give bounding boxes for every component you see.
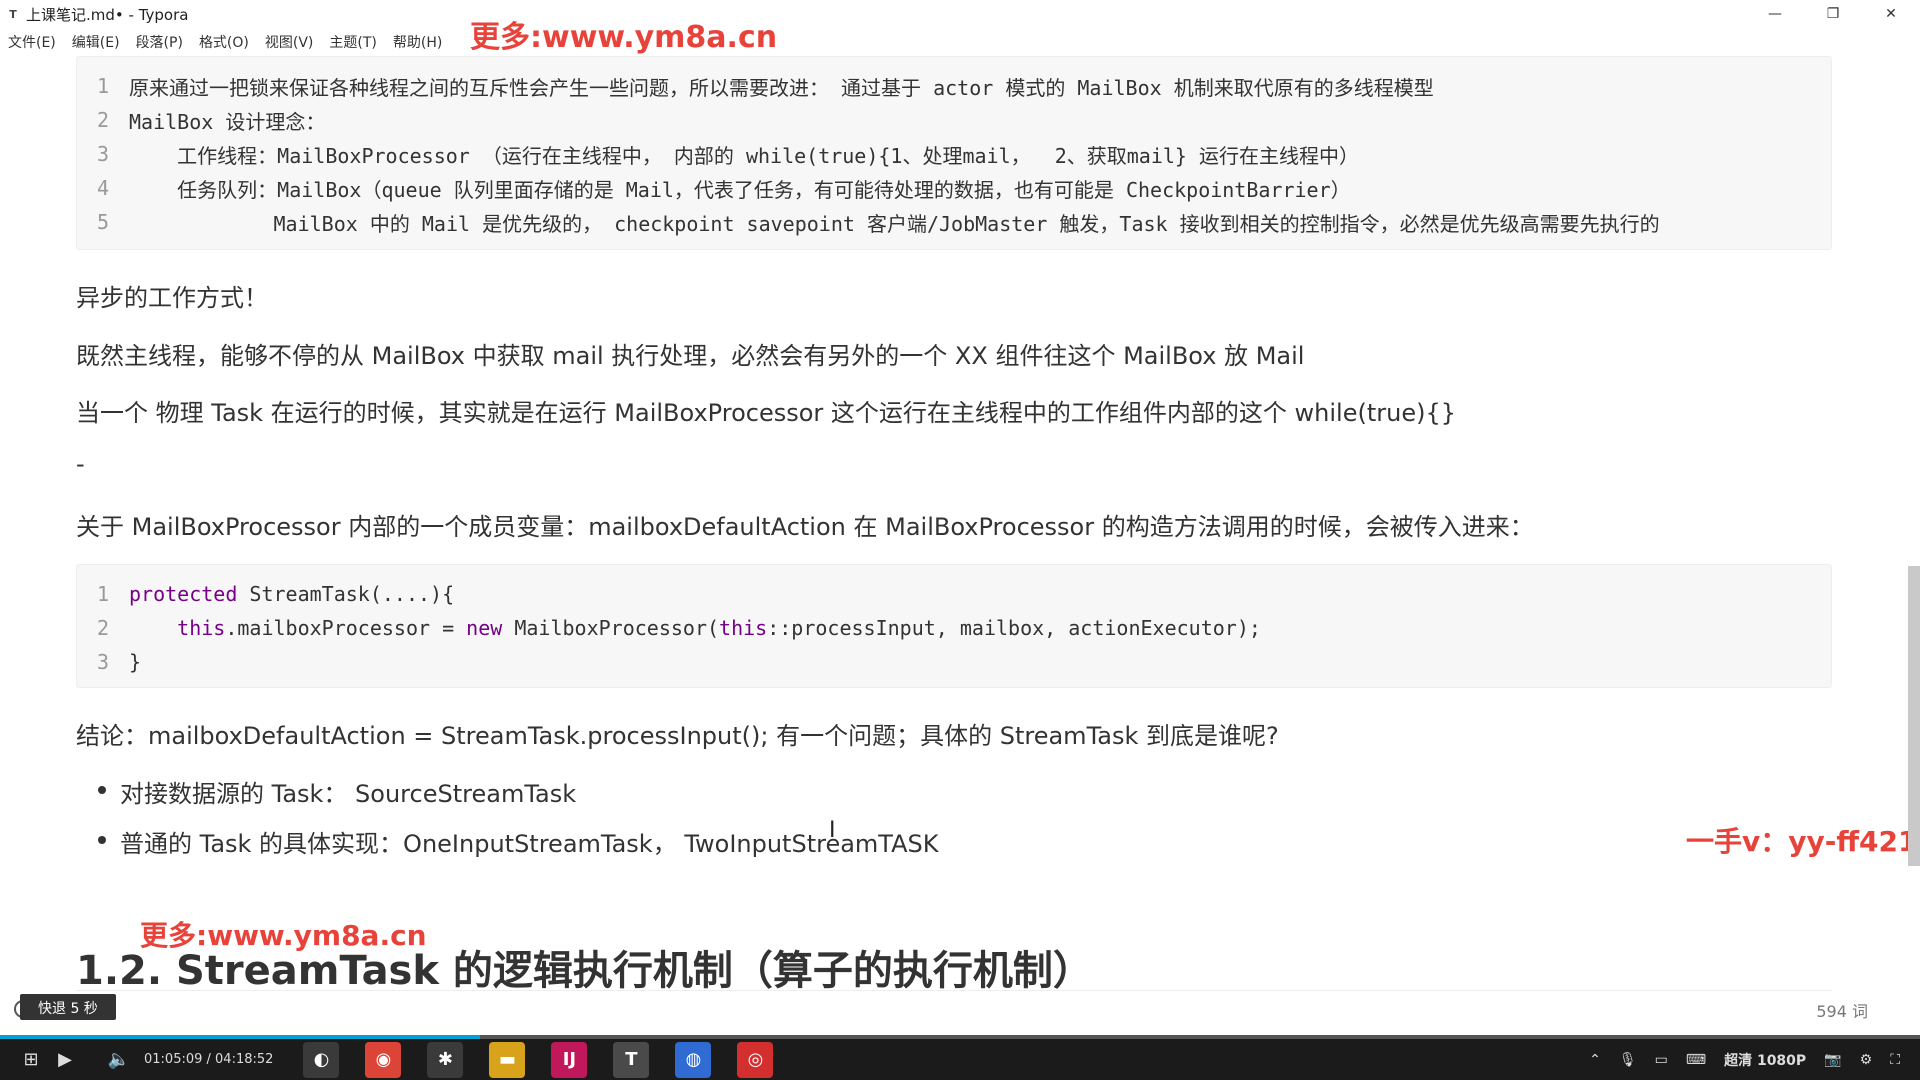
- code-keyword: protected: [129, 582, 238, 606]
- list-item[interactable]: 普通的 Task 的具体实现：OneInputStreamTask， TwoIn…: [98, 824, 939, 859]
- code-text: StreamTask(....){: [237, 582, 455, 606]
- code-line: 2 MailBox 设计理念：: [77, 103, 325, 137]
- paragraph-member[interactable]: 关于 MailBoxProcessor 内部的一个成员变量：mailboxDef…: [76, 507, 1534, 542]
- quality-label[interactable]: 超清 1080P: [1724, 1050, 1806, 1070]
- code-text: MailBox 中的 Mail 是优先级的， checkpoint savepo…: [129, 211, 1660, 236]
- divider: [76, 990, 1832, 991]
- watermark-right: 一手v：yy-ff421: [1686, 825, 1918, 858]
- word-count[interactable]: 594 词: [1816, 998, 1868, 1022]
- line-number: 2: [96, 616, 110, 640]
- code-keyword: this: [719, 616, 768, 640]
- code-text: 任务队列：MailBox（queue 队列里面存储的是 Mail，代表了任务，有…: [129, 177, 1351, 202]
- paragraph-mailbox[interactable]: 既然主线程，能够不停的从 MailBox 中获取 mail 执行处理，必然会有另…: [76, 336, 1304, 371]
- chrome-icon[interactable]: ◉: [365, 1041, 402, 1078]
- text-cursor-icon: I: [829, 818, 836, 843]
- scrollbar-thumb[interactable]: [1908, 566, 1920, 866]
- chevron-up-icon[interactable]: ⌃: [1589, 1052, 1601, 1068]
- code-line: 4 任务队列：MailBox（queue 队列里面存储的是 Mail，代表了任务…: [77, 171, 1351, 205]
- monitor-icon[interactable]: ▭: [1655, 1052, 1668, 1068]
- code-line: 1 原来通过一把锁来保证各种线程之间的互斥性会产生一些问题，所以需要改进： 通过…: [77, 69, 1434, 103]
- typora-window: T 上课笔记.md• - Typora — ❐ ✕ 文件(E) 编辑(E) 段落…: [0, 0, 1920, 1080]
- app-icon-8[interactable]: ◎: [737, 1041, 774, 1078]
- volume-icon[interactable]: 🔈: [104, 1045, 134, 1075]
- watermark-top: 更多:www.ym8a.cn: [470, 20, 778, 55]
- code-text: MailboxProcessor(: [502, 616, 720, 640]
- code-block-notes[interactable]: 1 原来通过一把锁来保证各种线程之间的互斥性会产生一些问题，所以需要改进： 通过…: [76, 56, 1832, 250]
- code-block-streamtask[interactable]: 1 protected StreamTask(....){ 2 this .mai…: [76, 564, 1832, 688]
- menu-file[interactable]: 文件(E): [8, 32, 56, 52]
- line-number: 4: [96, 176, 110, 200]
- typora-app-icon: T: [9, 7, 17, 21]
- list-item[interactable]: 对接数据源的 Task： SourceStreamTask: [97, 774, 576, 809]
- menu-bar: 文件(E) 编辑(E) 段落(P) 格式(O) 视图(V) 主题(T) 帮助(H…: [0, 30, 458, 54]
- window-controls: — ❐ ✕: [1746, 0, 1920, 28]
- code-line: 3 工作线程：MailBoxProcessor （运行在主线程中， 内部的 wh…: [77, 137, 1359, 171]
- code-line: 1 protected StreamTask(....){: [77, 577, 454, 611]
- intellij-icon[interactable]: IJ: [551, 1041, 588, 1078]
- code-line: 3 }: [77, 645, 141, 679]
- windows-start-icon[interactable]: ⊞: [16, 1045, 46, 1075]
- paragraph-dash[interactable]: -: [76, 450, 85, 478]
- taskbar: ⊞ ▶ 🔈 01:05:09 / 04:18:52 ◐ ◉ ✱ ▬ IJ T ◍…: [0, 1039, 1920, 1080]
- line-number: 2: [96, 108, 110, 132]
- code-line: 5 MailBox 中的 Mail 是优先级的， checkpoint save…: [77, 205, 1660, 239]
- minimize-button[interactable]: —: [1746, 0, 1804, 28]
- camera-icon[interactable]: 📷: [1824, 1052, 1841, 1068]
- app-icon-3[interactable]: ✱: [427, 1041, 464, 1078]
- section-heading[interactable]: 1.2. StreamTask 的逻辑执行机制（算子的执行机制）: [76, 938, 1093, 996]
- menu-help[interactable]: 帮助(H): [393, 32, 442, 52]
- app-icon-7[interactable]: ◍: [675, 1041, 712, 1078]
- close-button[interactable]: ✕: [1862, 0, 1920, 28]
- line-number: 5: [96, 210, 110, 234]
- menu-theme[interactable]: 主题(T): [329, 32, 376, 52]
- folder-icon[interactable]: ▬: [489, 1041, 526, 1078]
- play-icon[interactable]: ▶: [50, 1045, 80, 1075]
- window-title: 上课笔记.md• - Typora: [26, 5, 189, 24]
- seek-toast: 快退 5 秒: [20, 994, 116, 1020]
- code-text: MailBox 设计理念：: [129, 109, 326, 134]
- line-number: 1: [96, 74, 110, 98]
- menu-edit[interactable]: 编辑(E): [72, 32, 120, 52]
- paragraph-task[interactable]: 当一个 物理 Task 在运行的时候，其实就是在运行 MailBoxProces…: [76, 393, 1456, 428]
- menu-paragraph[interactable]: 段落(P): [136, 32, 183, 52]
- title-bar: T 上课笔记.md• - Typora — ❐ ✕: [0, 0, 1920, 28]
- line-number: 3: [96, 142, 110, 166]
- system-tray: ⌃ 🎙 ▭ ⌨ 超清 1080P 📷 ⚙ ⛶: [1589, 1039, 1900, 1080]
- code-text: }: [129, 650, 142, 674]
- menu-view[interactable]: 视图(V): [265, 32, 314, 52]
- code-line: 2 this .mailboxProcessor = new MailboxPro…: [77, 611, 1261, 645]
- code-text: 原来通过一把锁来保证各种线程之间的互斥性会产生一些问题，所以需要改进： 通过基于…: [129, 75, 1434, 100]
- code-text: .mailboxProcessor =: [225, 616, 467, 640]
- line-number: 3: [96, 650, 110, 674]
- app-icon-1[interactable]: ◐: [303, 1041, 340, 1078]
- code-keyword: new: [466, 616, 503, 640]
- menu-format[interactable]: 格式(O): [199, 32, 249, 52]
- paragraph-async[interactable]: 异步的工作方式！: [76, 278, 268, 313]
- keyboard-icon[interactable]: ⌨: [1686, 1052, 1706, 1068]
- paragraph-conclusion[interactable]: 结论：mailboxDefaultAction = StreamTask.pro…: [76, 716, 1279, 751]
- maximize-button[interactable]: ❐: [1804, 0, 1862, 28]
- typora-icon[interactable]: T: [613, 1041, 650, 1078]
- fullscreen-icon[interactable]: ⛶: [1890, 1052, 1900, 1068]
- code-text: 工作线程：MailBoxProcessor （运行在主线程中， 内部的 whil…: [129, 143, 1360, 168]
- playback-time: 01:05:09 / 04:18:52: [144, 1052, 274, 1067]
- gear-icon[interactable]: ⚙: [1860, 1052, 1873, 1068]
- microphone-icon[interactable]: 🎙: [1619, 1052, 1637, 1068]
- line-number: 1: [96, 582, 110, 606]
- code-text: ::processInput, mailbox, actionExecutor)…: [767, 616, 1261, 640]
- code-keyword: this: [177, 616, 226, 640]
